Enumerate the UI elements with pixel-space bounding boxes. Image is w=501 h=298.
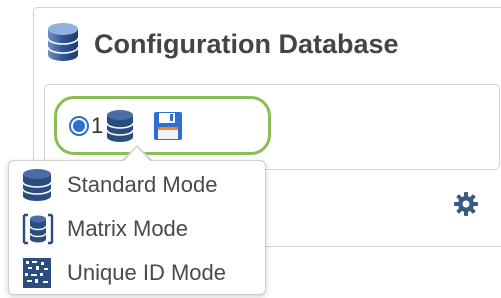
menu-item-label: Unique ID Mode	[67, 260, 226, 285]
database-icon	[21, 168, 53, 202]
database-index-label: 1	[91, 112, 104, 138]
mode-dropdown-menu: Standard Mode Matrix Mode Unique ID Mode	[8, 160, 266, 295]
save-icon[interactable]	[153, 111, 183, 141]
menu-item-unique-id-mode[interactable]: Unique ID Mode	[21, 253, 226, 293]
menu-item-standard-mode[interactable]: Standard Mode	[21, 165, 217, 205]
dropdown-pointer-fill	[124, 147, 150, 161]
menu-item-matrix-mode[interactable]: Matrix Mode	[21, 209, 188, 249]
matrix-database-icon	[21, 212, 55, 246]
radio-selected-dot	[73, 119, 85, 132]
database-selector-pill[interactable]: 1	[54, 96, 271, 155]
menu-item-label: Matrix Mode	[67, 216, 189, 241]
database-icon[interactable]	[105, 109, 135, 143]
menu-item-label: Standard Mode	[67, 172, 218, 197]
database-icon	[46, 22, 80, 67]
database-radio-button[interactable]	[69, 115, 89, 136]
unique-id-database-icon	[21, 256, 53, 290]
gear-icon[interactable]	[453, 191, 479, 222]
page-title: Configuration Database	[94, 28, 399, 59]
panel-header: Configuration Database	[46, 22, 399, 66]
